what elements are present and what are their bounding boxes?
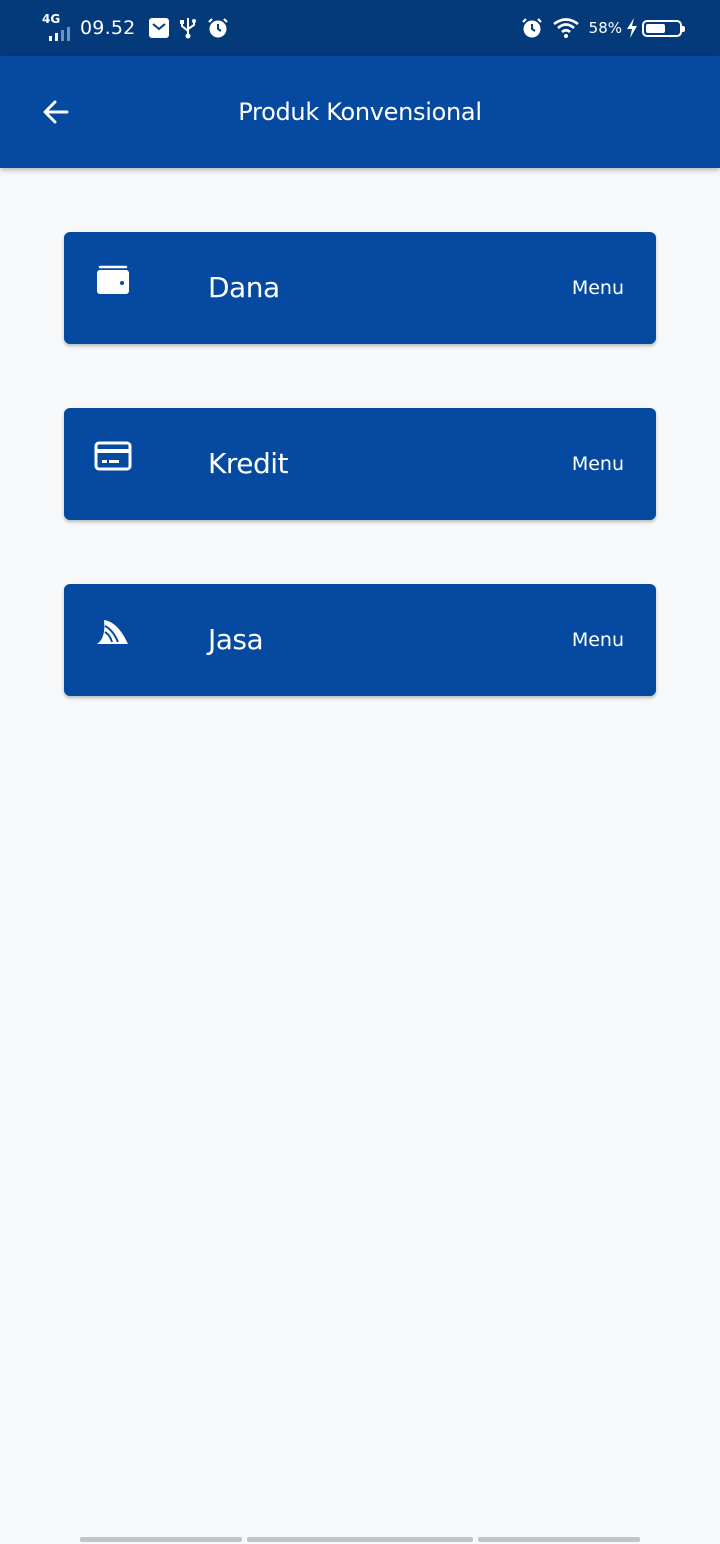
menu-card-label: Dana xyxy=(208,271,280,304)
menu-card-action: Menu xyxy=(571,453,624,475)
status-bar: 4G 09.52 58% xyxy=(0,0,720,56)
alarm-icon xyxy=(207,17,229,39)
app-bar: Produk Konvensional xyxy=(0,56,720,168)
battery-icon xyxy=(642,19,685,37)
scroll-indicator-segment xyxy=(247,1537,473,1542)
scroll-indicator-segment xyxy=(478,1537,640,1542)
menu-card-jasa[interactable]: Jasa Menu xyxy=(64,584,656,696)
status-time: 09.52 xyxy=(80,17,136,39)
alarm-icon xyxy=(521,17,543,39)
network-type: 4G xyxy=(42,12,61,26)
menu-card-label: Kredit xyxy=(208,447,289,480)
status-right: 58% xyxy=(521,0,685,56)
mail-icon xyxy=(149,18,170,38)
menu-card-dana[interactable]: Dana Menu xyxy=(64,232,656,344)
wifi-icon xyxy=(552,18,579,38)
wallet-icon xyxy=(94,262,132,298)
charging-icon xyxy=(626,18,638,38)
menu-card-action: Menu xyxy=(571,629,624,651)
usb-icon xyxy=(179,17,197,39)
status-left: 4G 09.52 xyxy=(40,0,239,56)
scroll-indicator-segment xyxy=(80,1537,242,1542)
signal-icon: 4G xyxy=(40,13,76,43)
battery-fill xyxy=(646,23,665,33)
menu-card-kredit[interactable]: Kredit Menu xyxy=(64,408,656,520)
shark-fin-icon xyxy=(94,614,132,650)
battery-percent: 58% xyxy=(588,19,622,37)
page-title: Produk Konvensional xyxy=(238,98,482,126)
menu-card-action: Menu xyxy=(571,277,624,299)
credit-card-icon xyxy=(94,438,132,474)
menu-card-label: Jasa xyxy=(208,623,264,656)
